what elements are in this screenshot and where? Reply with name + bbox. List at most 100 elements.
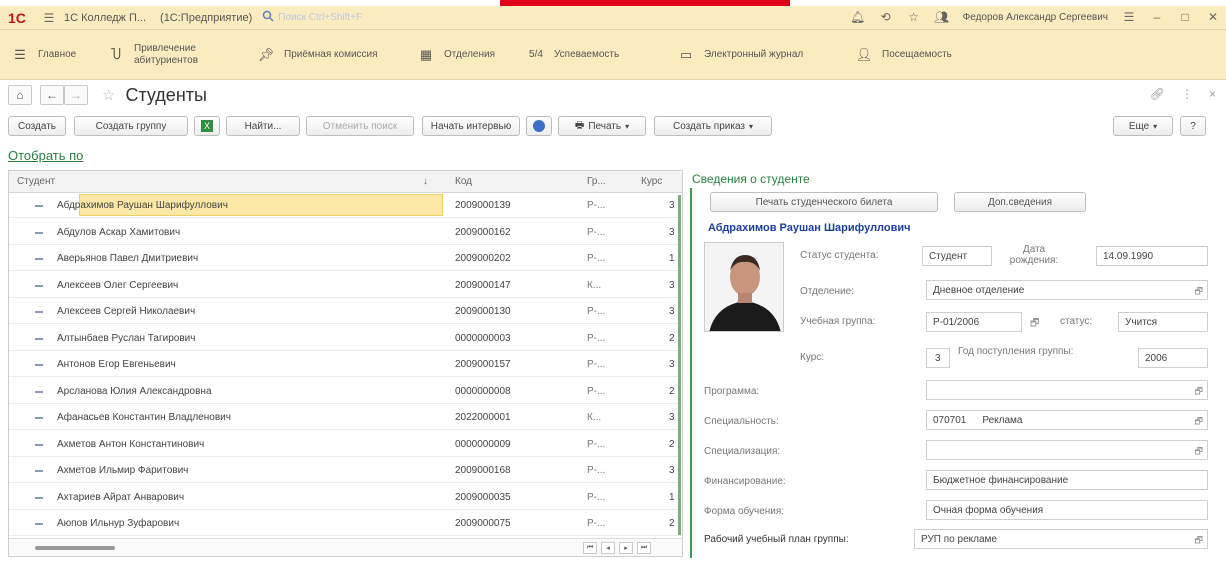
group-field[interactable]: Р-01/2006	[926, 312, 1022, 332]
history-icon[interactable]: ⟲	[879, 10, 893, 24]
group-status-field[interactable]: Учится	[1118, 312, 1208, 332]
course-field[interactable]: 3	[926, 348, 950, 368]
student-code-cell: 2009000202	[455, 253, 511, 264]
open-link-icon[interactable]: 🗗	[1195, 414, 1203, 430]
magnet-icon: Ⴎ	[110, 46, 122, 62]
study-plan-field[interactable]: РУП по рекламе 🗗	[914, 529, 1208, 549]
print-student-card-button[interactable]: Печать студенческого билета	[710, 192, 938, 212]
back-button[interactable]: ←	[40, 85, 64, 105]
table-row[interactable]: Афанасьев Константин Владленович 20220000…	[9, 406, 682, 430]
specialization-field[interactable]: 🗗	[926, 440, 1208, 460]
last-page-icon[interactable]: ⏭	[637, 542, 651, 554]
table-row[interactable]: Абдулов Аскар Хамитович 2009000162 Р-... 3	[9, 221, 682, 245]
student-group-cell: Р-...	[587, 359, 606, 370]
global-search[interactable]: Поиск Ctrl+Shift+F	[262, 10, 432, 26]
open-link-icon[interactable]: 🗗	[1195, 284, 1203, 300]
open-link-icon[interactable]: 🗗	[1195, 533, 1203, 549]
student-name-cell: Ахтариев Айрат Анварович	[57, 491, 185, 503]
users-icon[interactable]: 👥︎	[934, 10, 949, 24]
link-icon[interactable]: 🔗︎	[1150, 87, 1165, 101]
minimize-icon[interactable]: –	[1150, 10, 1164, 24]
col-student[interactable]: Студент	[17, 176, 55, 187]
financing-field[interactable]: Бюджетное финансирование	[926, 470, 1208, 490]
department-field[interactable]: Дневное отделение 🗗	[926, 280, 1208, 300]
student-code-cell: 2009000147	[455, 279, 511, 291]
more-vertical-icon[interactable]: ⋮	[1181, 87, 1193, 101]
open-link-icon[interactable]: 🗗	[1195, 384, 1203, 400]
first-page-icon[interactable]: ⏮	[583, 542, 597, 554]
section-journal[interactable]: ▭ Электронный журнал	[666, 30, 844, 80]
row-marker-icon	[35, 337, 43, 340]
favorite-star-icon[interactable]: ☆	[102, 86, 115, 104]
home-button[interactable]: ⌂	[8, 85, 32, 105]
form-header: ⌂ ← → ☆ Студенты 🔗︎ ⋮ ×	[0, 80, 1226, 110]
section-admission[interactable]: 📌︎ Приёмная комиссия	[246, 30, 406, 80]
student-info-panel: Сведения о студенте Печать студенческого…	[690, 170, 1220, 558]
find-button[interactable]: Найти...	[226, 116, 300, 136]
table-row[interactable]: Аюпов Ильнур Зуфарович 2009000075 Р-... 2	[9, 512, 682, 536]
section-progress[interactable]: 5/4 Успеваемость	[516, 30, 666, 80]
student-name-cell: Ахметов Антон Константинович	[57, 438, 205, 450]
create-group-button[interactable]: Создать группу	[74, 116, 188, 136]
toolbar: Создать Создать группу X Найти... Отмени…	[0, 112, 1226, 140]
filter-link[interactable]: Отобрать по	[8, 148, 83, 163]
table-row[interactable]: Ахтариев Айрат Анварович 2009000035 Р-... 1	[9, 486, 682, 510]
create-order-button[interactable]: Создать приказ ▾	[654, 116, 772, 136]
study-form-field[interactable]: Очная форма обучения	[926, 500, 1208, 520]
close-form-icon[interactable]: ×	[1209, 87, 1216, 101]
bell-icon[interactable]: 🔔︎	[850, 10, 865, 24]
section-main[interactable]: ☰ Главное	[0, 30, 96, 80]
section-attendance[interactable]: 👤︎ Посещаемость	[844, 30, 1004, 80]
student-course-cell: 2	[669, 332, 675, 344]
table-row[interactable]: Ахметов Антон Константинович 0000000009 Р-…	[9, 433, 682, 457]
settings-menu-icon[interactable]: ☰	[1122, 10, 1136, 24]
col-group[interactable]: Гр...	[587, 176, 606, 187]
grade-icon: 5/4	[529, 49, 543, 60]
status-field[interactable]: Студент	[922, 246, 992, 266]
student-code-cell: 0000000003	[455, 332, 511, 344]
section-departments[interactable]: ▦ Отделения	[406, 30, 516, 80]
student-group-cell: Р-...	[587, 385, 606, 397]
group-label: Учебная группа:	[800, 316, 876, 327]
scroll-thumb[interactable]	[35, 546, 115, 550]
excel-export-button[interactable]: X	[194, 116, 220, 136]
student-course-cell: 3	[669, 359, 675, 370]
table-row[interactable]: Ахметов Ильмир Фаритович 2009000168 Р-... 3	[9, 459, 682, 483]
more-button[interactable]: Еще ▾	[1113, 116, 1173, 136]
col-course[interactable]: Курс	[641, 176, 662, 187]
prev-page-icon[interactable]: ◂	[601, 542, 615, 554]
close-icon[interactable]: ✕	[1206, 10, 1220, 24]
table-row[interactable]: Арсланова Юлия Александровна 0000000008 Р-…	[9, 380, 682, 404]
hamburger-icon[interactable]: ☰	[42, 11, 56, 25]
specialty-field[interactable]: 070701 Реклама 🗗	[926, 410, 1208, 430]
forward-button[interactable]: →	[64, 85, 88, 105]
table-row[interactable]: Аверьянов Павел Дмитриевич 2009000202 Р-..…	[9, 247, 682, 271]
more-info-button[interactable]: Доп.сведения	[954, 192, 1086, 212]
table-row[interactable]: Абдрахимов Раушан Шарифуллович 2009000139…	[9, 194, 682, 218]
table-row[interactable]: Алтынбаев Руслан Тагирович 0000000003 Р-..…	[9, 327, 682, 351]
cancel-search-button[interactable]: Отменить поиск	[306, 116, 414, 136]
info-button[interactable]	[526, 116, 552, 136]
star-icon[interactable]: ☆	[907, 10, 921, 24]
start-interview-button[interactable]: Начать интервью	[422, 116, 520, 136]
horizontal-scrollbar[interactable]: ⏮ ◂ ▸ ⏭	[9, 538, 682, 556]
table-row[interactable]: Антонов Егор Евгеньевич 2009000157 Р-... 3	[9, 353, 682, 377]
program-field[interactable]: 🗗	[926, 380, 1208, 400]
table-row[interactable]: Алексеев Сергей Николаевич 2009000130 Р-..…	[9, 300, 682, 324]
col-code[interactable]: Код	[455, 176, 472, 187]
section-applicants[interactable]: Ⴎ Привлечение абитуриентов	[96, 30, 246, 80]
table-row[interactable]: Алексеев Олег Сергеевич 2009000147 К... 3	[9, 274, 682, 298]
print-button[interactable]: 🖶 Печать ▾	[558, 116, 646, 136]
building-icon: ▦	[419, 46, 433, 62]
current-user[interactable]: Федоров Александр Сергеевич	[963, 12, 1108, 23]
group-open-icon[interactable]: 🗗	[1030, 316, 1039, 333]
year-field[interactable]: 2006	[1138, 348, 1208, 368]
create-button[interactable]: Создать	[8, 116, 66, 136]
maximize-icon[interactable]: □	[1178, 10, 1192, 24]
student-name-cell: Абдрахимов Раушан Шарифуллович	[57, 200, 228, 211]
dob-field[interactable]: 14.09.1990	[1096, 246, 1208, 266]
next-page-icon[interactable]: ▸	[619, 542, 633, 554]
open-link-icon[interactable]: 🗗	[1195, 444, 1203, 460]
student-code-cell: 2009000157	[455, 359, 511, 370]
help-button[interactable]: ?	[1180, 116, 1206, 136]
